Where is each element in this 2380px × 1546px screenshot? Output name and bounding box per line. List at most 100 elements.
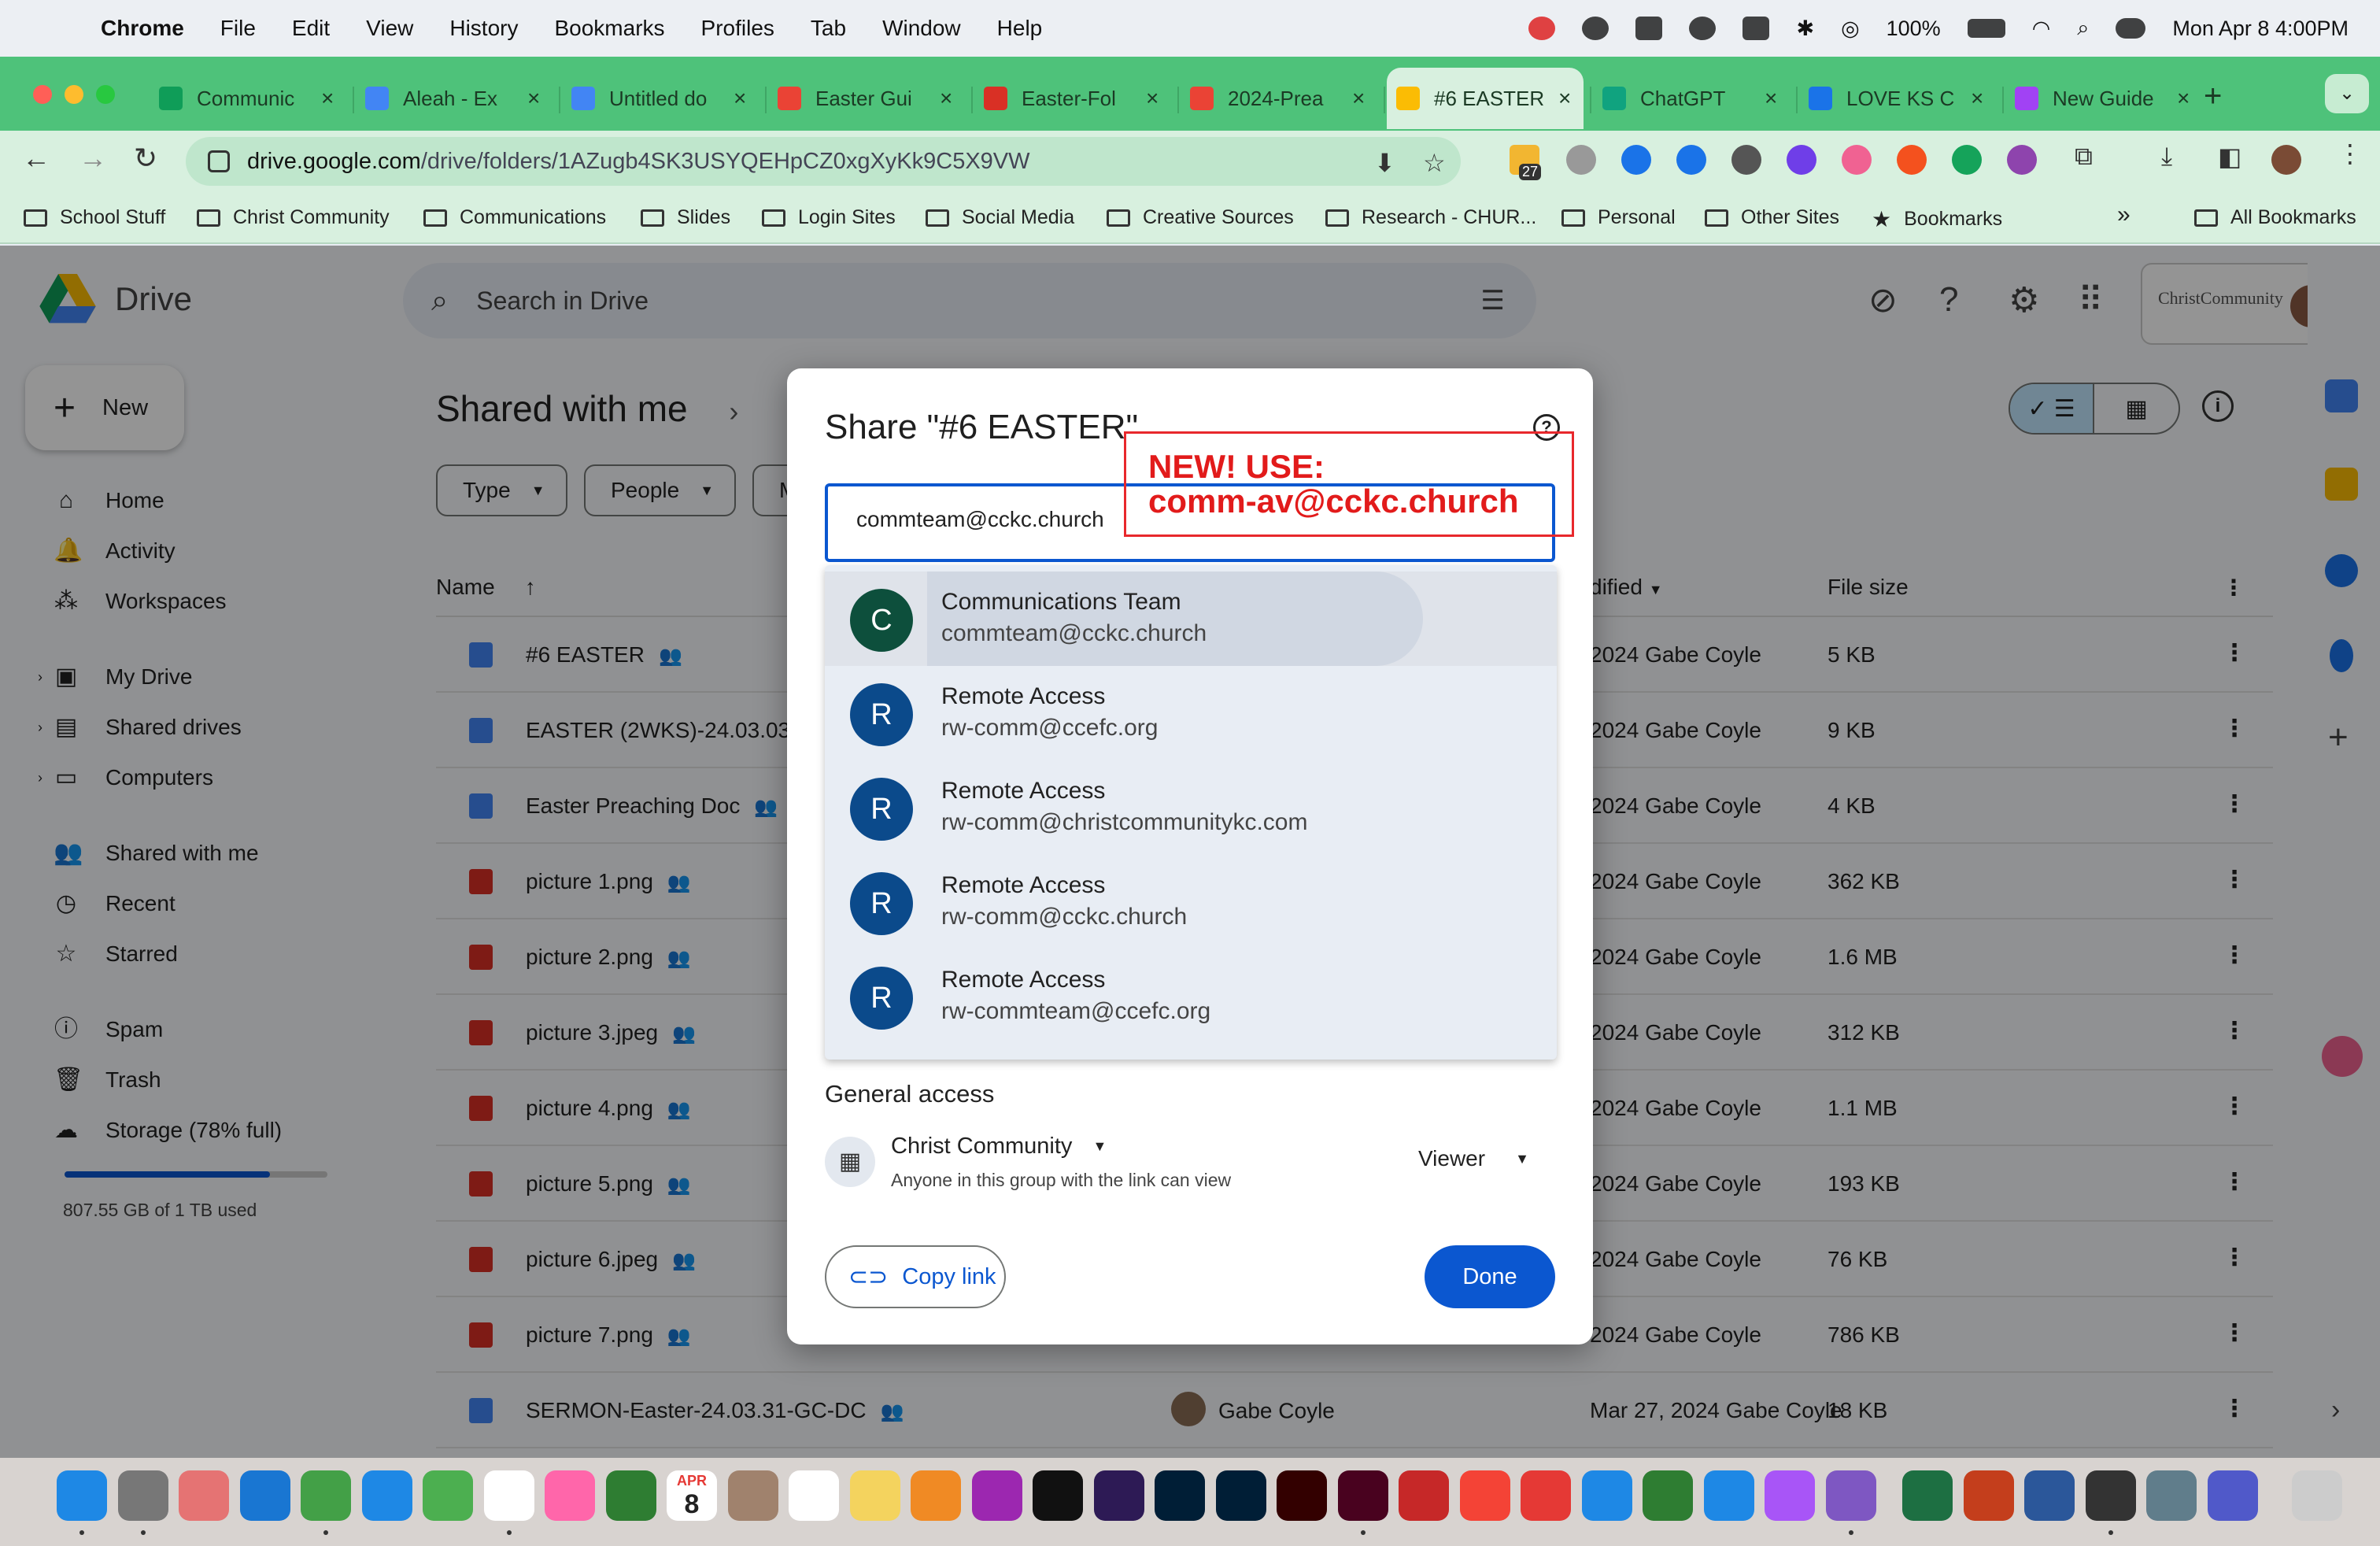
browser-tab[interactable]: #6 EASTER × (1387, 68, 1584, 129)
browser-tab[interactable]: ChatGPT × (1593, 68, 1790, 129)
dock-app-acrobat-icon[interactable] (1399, 1470, 1449, 1521)
window-zoom-button[interactable] (96, 85, 115, 104)
dock-app-app-store-icon[interactable] (1703, 1470, 1754, 1521)
bookmarks-overflow-icon[interactable]: » (2117, 202, 2131, 228)
install-app-icon[interactable]: ⬇ (1374, 148, 1395, 178)
battery-icon[interactable] (1967, 19, 2005, 38)
dock-app-launchpad-icon[interactable] (179, 1470, 229, 1521)
dock-app-preview-icon[interactable] (2146, 1470, 2197, 1521)
browser-tab[interactable]: Easter Gui × (768, 68, 965, 129)
tab-close-icon[interactable]: × (2177, 86, 2190, 111)
dock-app-news-icon[interactable] (1521, 1470, 1571, 1521)
menu-history[interactable]: History (449, 16, 518, 41)
tab-close-icon[interactable]: × (1352, 86, 1365, 111)
loop-extension-icon[interactable] (1676, 145, 1706, 175)
menu-clock[interactable]: Mon Apr 8 4:00PM (2172, 17, 2349, 41)
bluetooth-icon[interactable]: ✱ (1796, 17, 1814, 41)
dock-app-lr-icon[interactable] (1155, 1470, 1205, 1521)
dock-app-excel-icon[interactable] (1902, 1470, 1953, 1521)
menu-edit[interactable]: Edit (292, 16, 330, 41)
menu-view[interactable]: View (366, 16, 413, 41)
site-info-icon[interactable] (208, 150, 230, 172)
sync-status-icon[interactable] (1689, 17, 1717, 40)
menu-extra-icon[interactable] (1635, 17, 1663, 40)
suggestion-item[interactable]: R Remote Access rw-comm@ccefc.org (825, 666, 1557, 760)
tab-close-icon[interactable]: × (1146, 86, 1159, 111)
control-center-icon[interactable] (2116, 18, 2146, 39)
menu-app-name[interactable]: Chrome (101, 16, 184, 41)
clickup-extension-icon[interactable] (1842, 145, 1872, 175)
dock-app-music-icon[interactable] (1459, 1470, 1510, 1521)
suggestion-item[interactable]: C Communications Team commteam@cckc.church (825, 571, 1557, 666)
browser-tab[interactable]: Easter-Fol × (974, 68, 1171, 129)
all-bookmarks[interactable]: All Bookmarks (2194, 206, 2356, 229)
side-panel-icon[interactable]: ◧ (2218, 142, 2241, 172)
spotlight-search-icon[interactable]: ⌕ (2077, 16, 2089, 41)
grammarly-extension-icon[interactable] (1952, 145, 1982, 175)
camera-extension-icon[interactable] (1566, 145, 1596, 175)
dock-app-maps-icon[interactable] (423, 1470, 473, 1521)
copy-link-button[interactable]: ⊂⊃ Copy link (825, 1245, 1006, 1308)
bookmark-item[interactable]: Christ Community (197, 206, 390, 229)
dock-app-podcasts-icon[interactable] (971, 1470, 1022, 1521)
reload-icon[interactable]: ↻ (134, 142, 157, 175)
tab-close-icon[interactable]: × (527, 86, 540, 111)
tab-close-icon[interactable]: × (1971, 86, 1983, 111)
dock-app-word-icon[interactable] (2024, 1470, 2075, 1521)
tab-close-icon[interactable]: × (321, 86, 334, 111)
browser-tab[interactable]: New Guide × (2005, 68, 2202, 129)
bookmark-item[interactable]: Personal (1561, 206, 1676, 229)
address-bar[interactable]: drive.google.com/drive/folders/1AZugb4SK… (186, 137, 1461, 186)
browser-tab[interactable]: LOVE KS C × (1799, 68, 1996, 129)
dock-app-notes-icon[interactable] (849, 1470, 900, 1521)
dock-app-reminders-icon[interactable] (789, 1470, 839, 1521)
dock-app-keynote-icon[interactable] (1581, 1470, 1632, 1521)
tab-search-chevron-icon[interactable]: ⌄ (2325, 74, 2369, 113)
dock-app-ai-icon[interactable] (1277, 1470, 1327, 1521)
tab-close-icon[interactable]: × (734, 86, 746, 111)
video-extension-icon[interactable] (1621, 145, 1651, 175)
menu-tab[interactable]: Tab (811, 16, 846, 41)
dock-app-creative-cloud-icon[interactable] (2085, 1470, 2136, 1521)
dock-app-safari-icon[interactable] (239, 1470, 290, 1521)
dock-app-contacts-icon[interactable] (727, 1470, 778, 1521)
display-icon[interactable] (1743, 17, 1770, 40)
menu-file[interactable]: File (220, 16, 256, 41)
dock-app-facetime-icon[interactable] (605, 1470, 656, 1521)
back-arrow-icon[interactable]: ← (22, 142, 50, 175)
menu-window[interactable]: Window (882, 16, 961, 41)
new-tab-plus-icon[interactable]: + (2204, 79, 2222, 114)
dock-app-photos-icon[interactable] (545, 1470, 595, 1521)
dock-app-teams-icon[interactable] (2207, 1470, 2258, 1521)
bookmark-item[interactable]: Research - CHUR... (1325, 206, 1536, 229)
bookmark-item[interactable]: Social Media (926, 206, 1074, 229)
bookmark-item[interactable]: Creative Sources (1107, 206, 1294, 229)
screen-record-icon[interactable] (1528, 17, 1556, 40)
dock-app-messages-icon[interactable] (301, 1470, 351, 1521)
bookmark-star-icon[interactable]: ☆ (1423, 148, 1446, 178)
creative-cloud-status-icon[interactable] (1582, 17, 1609, 40)
extensions-puzzle-icon[interactable]: ⧉ (2075, 142, 2093, 172)
chrome-menu-kebab-icon[interactable]: ⋮ (2338, 139, 2363, 168)
bookmark-item[interactable]: Communications (423, 206, 606, 229)
access-scope-dropdown[interactable]: Christ Community ▼ (891, 1134, 1107, 1160)
window-close-button[interactable] (33, 85, 52, 104)
v-extension-icon[interactable] (1787, 145, 1816, 175)
dock-app-chrome-icon[interactable] (483, 1470, 534, 1521)
dock-app-system-settings-icon[interactable] (117, 1470, 168, 1521)
dock-app-trash-icon[interactable] (2292, 1470, 2342, 1521)
browser-tab[interactable]: Untitled do × (562, 68, 759, 129)
bookmark-item[interactable]: ★ Bookmarks (1872, 206, 2002, 232)
airdrop-icon[interactable]: ◎ (1841, 17, 1860, 41)
dock-app-finder-icon[interactable] (57, 1470, 107, 1521)
forward-arrow-icon[interactable]: → (79, 142, 107, 175)
sync-extension-icon[interactable] (1731, 145, 1761, 175)
window-minimize-button[interactable] (65, 85, 83, 104)
done-button[interactable]: Done (1425, 1245, 1555, 1308)
color-extension-icon[interactable] (2007, 145, 2037, 175)
dock-app-pages-icon[interactable] (911, 1470, 961, 1521)
wifi-icon[interactable]: ◠ (2032, 17, 2051, 41)
tab-close-icon[interactable]: × (940, 86, 952, 111)
menu-bookmarks[interactable]: Bookmarks (554, 16, 664, 41)
tab-close-icon[interactable]: × (1558, 86, 1571, 111)
